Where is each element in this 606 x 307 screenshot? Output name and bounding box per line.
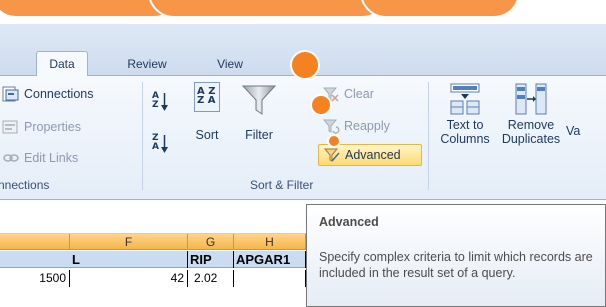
header-cell-h[interactable]: APGAR1 [234, 251, 306, 268]
properties-icon [2, 119, 20, 135]
callout-bubbles [0, 0, 606, 24]
tooltip-title: Advanced [319, 215, 379, 229]
text-to-columns-button[interactable]: Text to Columns [436, 82, 494, 146]
advanced-label: Advanced [345, 148, 401, 162]
reapply-label: Reapply [344, 119, 390, 133]
sort-z-to-a-button[interactable]: ZA [152, 134, 168, 160]
edit-links-icon [2, 150, 20, 166]
data-cell-g[interactable]: 2.02 [188, 270, 234, 287]
header-cell-g[interactable]: RIP [188, 251, 234, 268]
reapply-button[interactable]: Reapply [322, 118, 390, 134]
ribbon-panel: Connections Properties Edit Links nnecti… [0, 76, 606, 200]
data-validation-label: Va [566, 124, 581, 138]
sort-button[interactable]: A ZZ A Sort [184, 82, 230, 142]
remove-duplicates-button[interactable]: Remove Duplicates [498, 82, 564, 146]
filter-button[interactable]: Filter [234, 82, 284, 142]
text-to-columns-label-2: Columns [440, 132, 490, 146]
remove-duplicates-icon [514, 82, 548, 116]
connections-label: Connections [24, 87, 94, 101]
connections-icon [2, 86, 20, 102]
column-header-g[interactable]: G [188, 234, 234, 250]
annotation-dot-medium [310, 94, 332, 116]
data-validation-button-partial[interactable]: Va [566, 124, 596, 138]
remove-duplicates-label-1: Remove [507, 118, 555, 132]
edit-links-label: Edit Links [24, 151, 79, 165]
tooltip-body: Specify complex criteria to limit which … [319, 250, 593, 280]
edit-links-button[interactable]: Edit Links [2, 150, 78, 166]
filter-funnel-icon [239, 82, 279, 118]
data-cell-h[interactable] [234, 270, 306, 287]
tab-view[interactable]: View [212, 52, 248, 76]
reapply-icon [322, 118, 340, 134]
advanced-filter-icon [323, 147, 341, 163]
filter-label: Filter [245, 128, 273, 142]
properties-label: Properties [24, 120, 81, 134]
connections-group-label: nnections [0, 178, 50, 192]
column-header-h[interactable]: H [234, 234, 306, 250]
tab-data[interactable]: Data [36, 51, 88, 76]
sort-a-to-z-button[interactable]: AZ [152, 92, 168, 118]
sort-filter-group-label: Sort & Filter [250, 178, 314, 192]
connections-button[interactable]: Connections [2, 86, 94, 102]
data-cell-e[interactable]: 1500 [0, 270, 70, 287]
text-to-columns-icon [449, 82, 481, 116]
header-cell-f[interactable]: L [70, 251, 188, 268]
column-header-f[interactable]: F [70, 234, 188, 250]
remove-duplicates-label-2: Duplicates [501, 132, 561, 146]
annotation-dot-large [290, 50, 320, 80]
callout-bubble-middle [148, 0, 388, 18]
properties-button[interactable]: Properties [2, 119, 81, 135]
annotation-dot-small [327, 134, 341, 148]
callout-bubble-right [360, 0, 520, 18]
clear-label: Clear [344, 87, 374, 101]
tab-review[interactable]: Review [122, 52, 172, 76]
text-to-columns-label-1: Text to [446, 118, 484, 132]
data-cell-f[interactable]: 42 [70, 270, 188, 287]
sort-label: Sort [195, 128, 219, 142]
advanced-tooltip: Advanced Specify complex criteria to lim… [306, 204, 606, 307]
column-header-e[interactable] [0, 234, 70, 250]
az-sort-icon: A ZZ A [194, 82, 220, 114]
